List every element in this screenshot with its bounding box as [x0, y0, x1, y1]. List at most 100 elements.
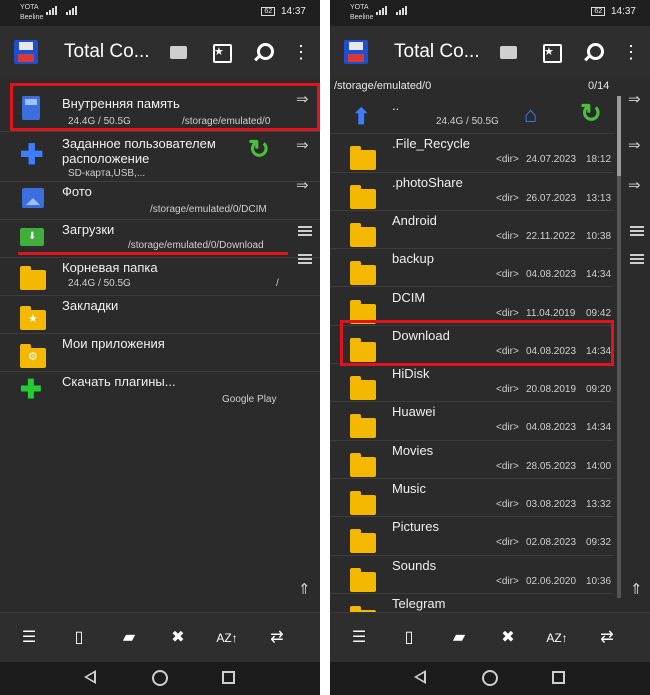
recents-icon[interactable] — [552, 671, 565, 684]
file-row[interactable]: Pictures <dir> 02.08.2023 09:32 — [330, 517, 614, 556]
item-name: Мои приложения — [62, 336, 165, 351]
sort-icon[interactable]: AZ↑ — [216, 627, 238, 649]
item-name: Sounds — [392, 557, 437, 573]
swap-icon[interactable]: ⇄ — [596, 627, 618, 649]
folder-icon — [350, 376, 376, 401]
item-time: 14:34 — [586, 422, 612, 434]
file-row[interactable]: Android <dir> 22.11.2022 10:38 — [330, 211, 614, 250]
item-date: 20.08.2019 — [526, 384, 577, 396]
folders-icon[interactable] — [168, 42, 190, 62]
file-row[interactable]: backup <dir> 04.08.2023 14:34 — [330, 249, 614, 288]
item-date: 28.05.2023 — [526, 460, 577, 472]
equal-icon[interactable] — [298, 254, 312, 264]
menu-icon[interactable] — [290, 42, 312, 62]
select-icon[interactable]: ☰ — [18, 627, 40, 649]
sort-icon[interactable]: AZ↑ — [546, 627, 568, 649]
item-name: Скачать плагины... — [62, 374, 176, 389]
item-name: .File_Recycle — [392, 136, 471, 152]
menu-icon[interactable] — [620, 42, 642, 62]
refresh-icon[interactable]: ↻ — [580, 98, 602, 129]
home-icon[interactable] — [482, 670, 498, 686]
status-right: 62 14:37 — [261, 6, 306, 17]
bookmark-icon[interactable] — [540, 42, 562, 63]
zip-icon[interactable]: ▰ — [448, 627, 470, 649]
item-type: <dir> — [496, 192, 519, 204]
item-date: 02.06.2020 — [526, 575, 577, 587]
list-item-bookmarks[interactable]: ★ Закладки — [0, 296, 320, 334]
select-icon[interactable]: ☰ — [348, 627, 370, 649]
clock: 14:37 — [280, 6, 306, 17]
file-row[interactable]: Sounds <dir> 02.06.2020 10:36 — [330, 556, 614, 594]
list-item-root[interactable]: Корневая папка 24.4G / 50.5G / — [0, 258, 320, 296]
list-item-my-apps[interactable]: ⚙ Мои приложения — [0, 334, 320, 372]
item-name: DCIM — [392, 289, 426, 305]
arrow-right-icon[interactable]: ⇒ — [296, 136, 309, 154]
arrow-right-icon[interactable]: ⇒ — [628, 90, 641, 108]
folders-icon[interactable] — [498, 42, 520, 62]
scrollbar-thumb[interactable] — [617, 96, 621, 176]
new-file-icon[interactable]: ▯ — [68, 627, 90, 649]
back-icon[interactable] — [84, 670, 96, 684]
delete-icon[interactable]: ✖ — [167, 627, 189, 649]
arrow-up-icon[interactable]: ⇑ — [298, 580, 311, 598]
status-bar: YOTA Beeline 62 14:37 — [330, 0, 650, 26]
highlight-box — [10, 83, 320, 131]
equal-icon[interactable] — [630, 254, 644, 264]
file-row[interactable]: Music <dir> 03.08.2023 13:32 — [330, 479, 614, 518]
item-name: .. — [392, 98, 400, 113]
item-type: <dir> — [496, 499, 519, 510]
list-item-plugins[interactable]: ✚ Скачать плагины... Google Play — [0, 372, 320, 410]
app-logo-icon[interactable] — [14, 40, 38, 64]
app-title: Total Co... — [394, 41, 480, 62]
highlight-underline — [18, 252, 288, 255]
home-folder-icon[interactable]: ⌂ — [524, 102, 537, 128]
arrow-right-icon[interactable]: ⇒ — [628, 136, 641, 154]
file-row[interactable]: .File_Recycle <dir> 24.07.2023 18:12 — [330, 134, 614, 173]
home-icon[interactable] — [152, 670, 168, 686]
item-name: Android — [392, 212, 437, 228]
file-row[interactable]: Huawei <dir> 04.08.2023 14:34 — [330, 402, 614, 441]
new-file-icon[interactable]: ▯ — [398, 627, 420, 649]
item-type: <dir> — [496, 575, 519, 587]
up-arrow-icon: ⬆ — [352, 104, 371, 129]
item-name: Pictures — [392, 519, 439, 535]
swap-icon[interactable]: ⇄ — [266, 627, 288, 649]
file-row[interactable]: .photoShare <dir> 26.07.2023 13:13 — [330, 173, 614, 211]
status-right: 62 14:37 — [591, 6, 636, 17]
list-item-custom-location[interactable]: ✚ Заданное пользователем расположение SD… — [0, 132, 320, 182]
battery-icon: 62 — [261, 7, 276, 16]
file-row[interactable]: Movies <dir> 28.05.2023 14:00 — [330, 441, 614, 479]
item-type: <dir> — [496, 422, 519, 434]
zip-icon[interactable]: ▰ — [118, 627, 140, 649]
item-time: 18:12 — [586, 154, 612, 166]
refresh-icon[interactable]: ↻ — [248, 134, 270, 165]
item-path: /storage/emulated/0/DCIM — [150, 204, 267, 215]
item-name: Фото — [62, 184, 92, 199]
item-date: 02.08.2023 — [526, 537, 577, 549]
equal-icon[interactable] — [298, 226, 312, 236]
bookmark-icon[interactable] — [210, 42, 232, 63]
right-screen: YOTA Beeline 62 14:37 Total Co... /stora… — [330, 0, 650, 695]
file-row[interactable]: HiDisk <dir> 20.08.2019 09:20 — [330, 364, 614, 403]
parent-dir-row[interactable]: ⬆.. 24.4G / 50.5G ⌂ ↻ — [330, 96, 614, 135]
item-type: <dir> — [496, 537, 519, 549]
app-logo-icon[interactable] — [344, 40, 368, 64]
item-time: 09:42 — [586, 307, 612, 319]
item-type: <dir> — [496, 269, 519, 281]
back-icon[interactable] — [414, 670, 426, 684]
equal-icon[interactable] — [630, 226, 644, 236]
list-item-photo[interactable]: Фото /storage/emulated/0/DCIM — [0, 182, 320, 220]
item-date: 04.08.2023 — [526, 422, 577, 434]
item-name: Загрузки — [62, 222, 115, 237]
search-icon[interactable] — [581, 42, 604, 62]
arrow-right-icon[interactable]: ⇒ — [296, 176, 309, 194]
search-icon[interactable] — [251, 42, 274, 62]
arrow-up-icon[interactable]: ⇑ — [630, 580, 643, 598]
delete-icon[interactable]: ✖ — [497, 627, 519, 649]
folder-icon — [350, 529, 376, 554]
recents-icon[interactable] — [222, 671, 235, 684]
item-time: 13:13 — [586, 192, 612, 204]
item-time: 09:32 — [586, 537, 612, 549]
item-name: HiDisk — [392, 366, 430, 382]
arrow-right-icon[interactable]: ⇒ — [628, 176, 641, 194]
